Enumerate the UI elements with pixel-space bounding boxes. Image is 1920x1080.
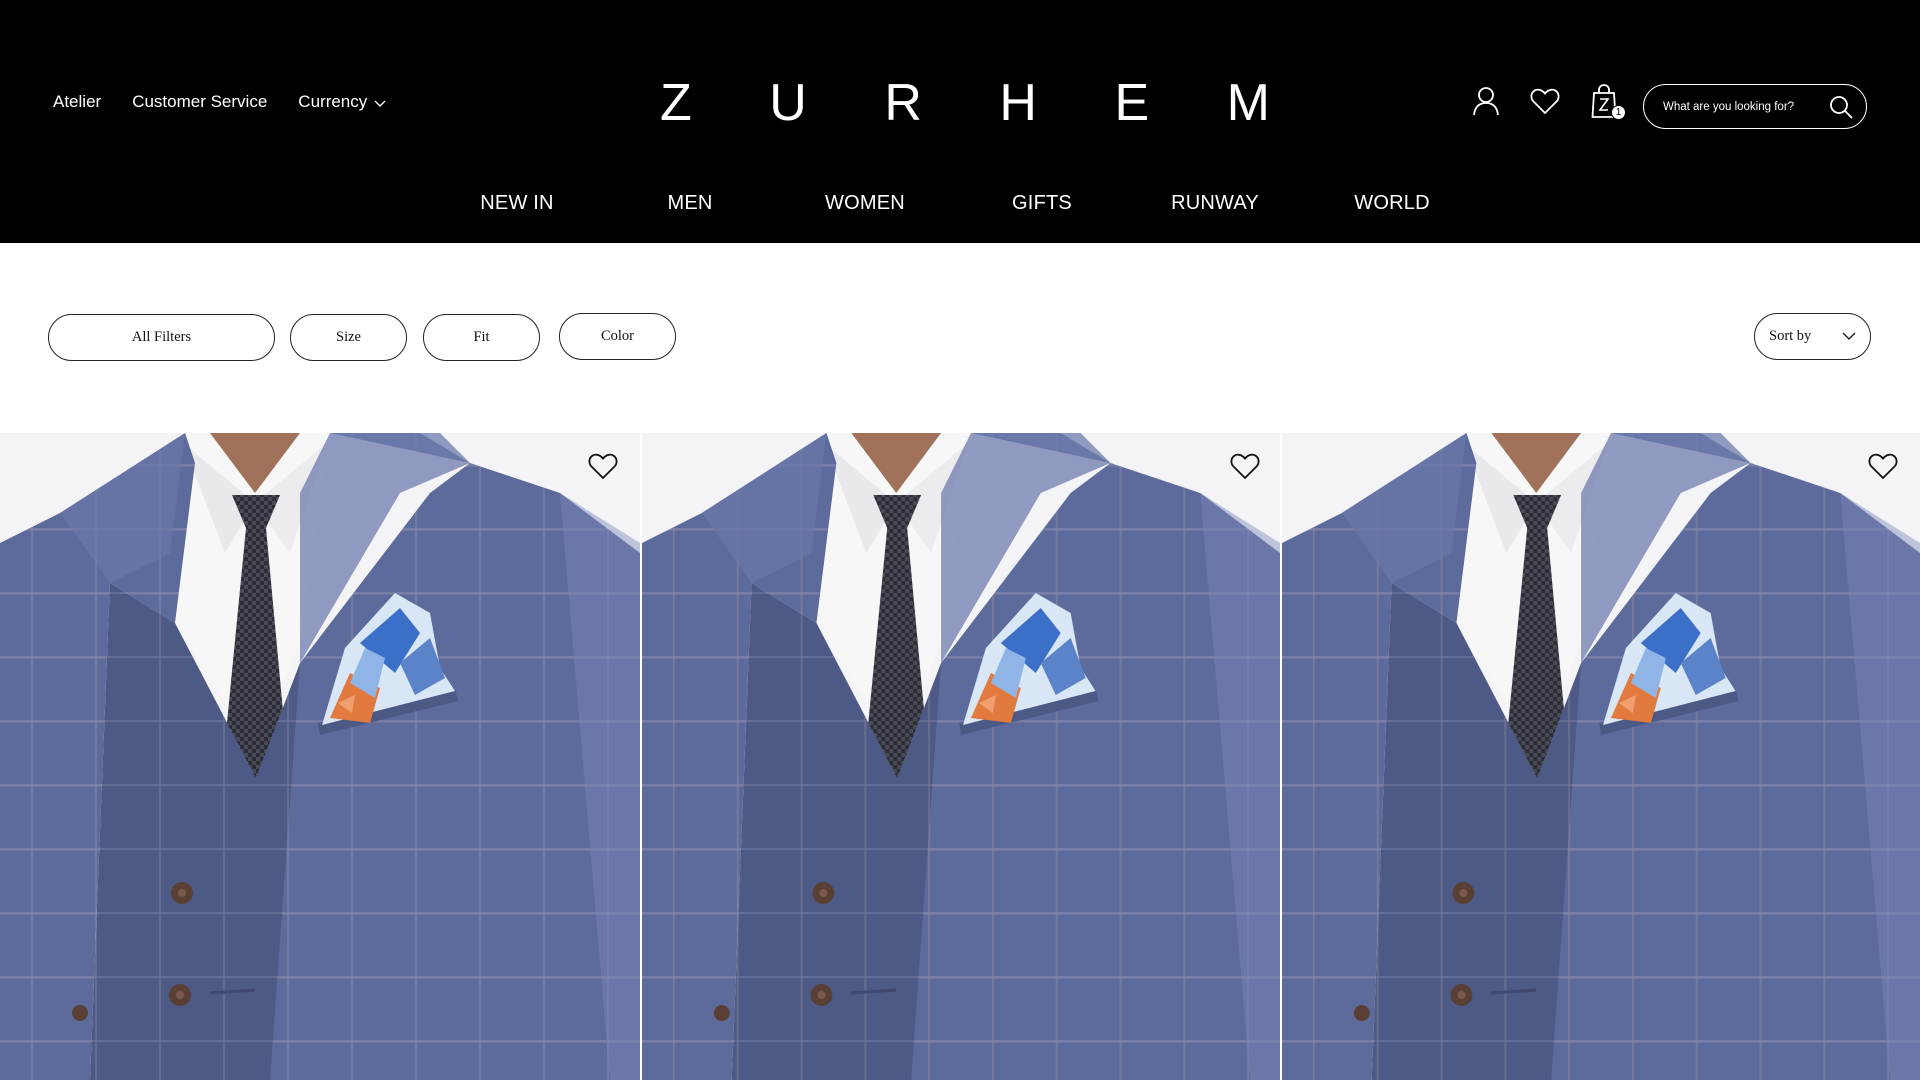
chevron-down-icon xyxy=(374,100,386,107)
sort-by-dropdown[interactable]: Sort by xyxy=(1754,313,1871,360)
filter-bar: All Filters Size Fit Color Sort by xyxy=(0,313,1920,362)
sort-by-label: Sort by xyxy=(1769,328,1812,344)
product-card[interactable] xyxy=(640,433,1280,1080)
currency-selector[interactable]: Currency xyxy=(298,92,386,112)
logo-letter: R xyxy=(884,74,922,132)
logo-letter: U xyxy=(769,74,807,132)
nav-new-in[interactable]: NEW IN xyxy=(480,192,553,215)
heart-icon xyxy=(1530,88,1560,115)
color-filter-button[interactable]: Color xyxy=(559,313,676,360)
product-image xyxy=(1282,433,1920,1080)
product-card[interactable] xyxy=(1280,433,1920,1080)
size-filter-button[interactable]: Size xyxy=(290,314,407,361)
nav-women[interactable]: WOMEN xyxy=(825,192,905,215)
wishlist-button[interactable] xyxy=(1529,84,1561,118)
search-icon xyxy=(1830,95,1853,119)
nav-world[interactable]: WORLD xyxy=(1354,192,1429,215)
add-to-wishlist-button[interactable] xyxy=(586,449,620,483)
customer-service-link[interactable]: Customer Service xyxy=(132,92,267,112)
search-box xyxy=(1643,84,1867,129)
heart-outline-icon xyxy=(1868,453,1898,480)
logo-letter: Z xyxy=(660,74,692,132)
product-image xyxy=(0,433,640,1080)
search-input[interactable] xyxy=(1663,100,1823,113)
product-card[interactable] xyxy=(0,433,640,1080)
brand-logo[interactable]: Z U R H E M xyxy=(660,72,1270,134)
product-grid xyxy=(0,433,1920,1080)
heart-outline-icon xyxy=(588,453,618,480)
add-to-wishlist-button[interactable] xyxy=(1228,449,1262,483)
site-header: Atelier Customer Service Currency Z U R … xyxy=(0,0,1920,243)
all-filters-button[interactable]: All Filters xyxy=(48,314,275,361)
logo-letter: E xyxy=(1114,74,1150,132)
chevron-down-icon xyxy=(1842,332,1856,340)
header-actions: 1 xyxy=(1470,84,1626,120)
utility-nav: Atelier Customer Service Currency xyxy=(53,92,386,112)
account-button[interactable] xyxy=(1470,84,1502,118)
logo-letter: H xyxy=(999,74,1037,132)
nav-gifts[interactable]: GIFTS xyxy=(1012,192,1072,215)
product-image xyxy=(642,433,1280,1080)
nav-men[interactable]: MEN xyxy=(667,192,712,215)
user-icon xyxy=(1473,87,1499,116)
nav-runway[interactable]: RUNWAY xyxy=(1171,192,1259,215)
currency-label: Currency xyxy=(298,92,368,111)
logo-letter: M xyxy=(1226,74,1270,132)
search-button[interactable] xyxy=(1828,94,1854,120)
add-to-wishlist-button[interactable] xyxy=(1866,449,1900,483)
cart-count-badge: 1 xyxy=(1611,105,1626,120)
cart-button[interactable]: 1 xyxy=(1588,84,1626,120)
heart-outline-icon xyxy=(1230,453,1260,480)
fit-filter-button[interactable]: Fit xyxy=(423,314,540,361)
atelier-link[interactable]: Atelier xyxy=(53,92,101,112)
